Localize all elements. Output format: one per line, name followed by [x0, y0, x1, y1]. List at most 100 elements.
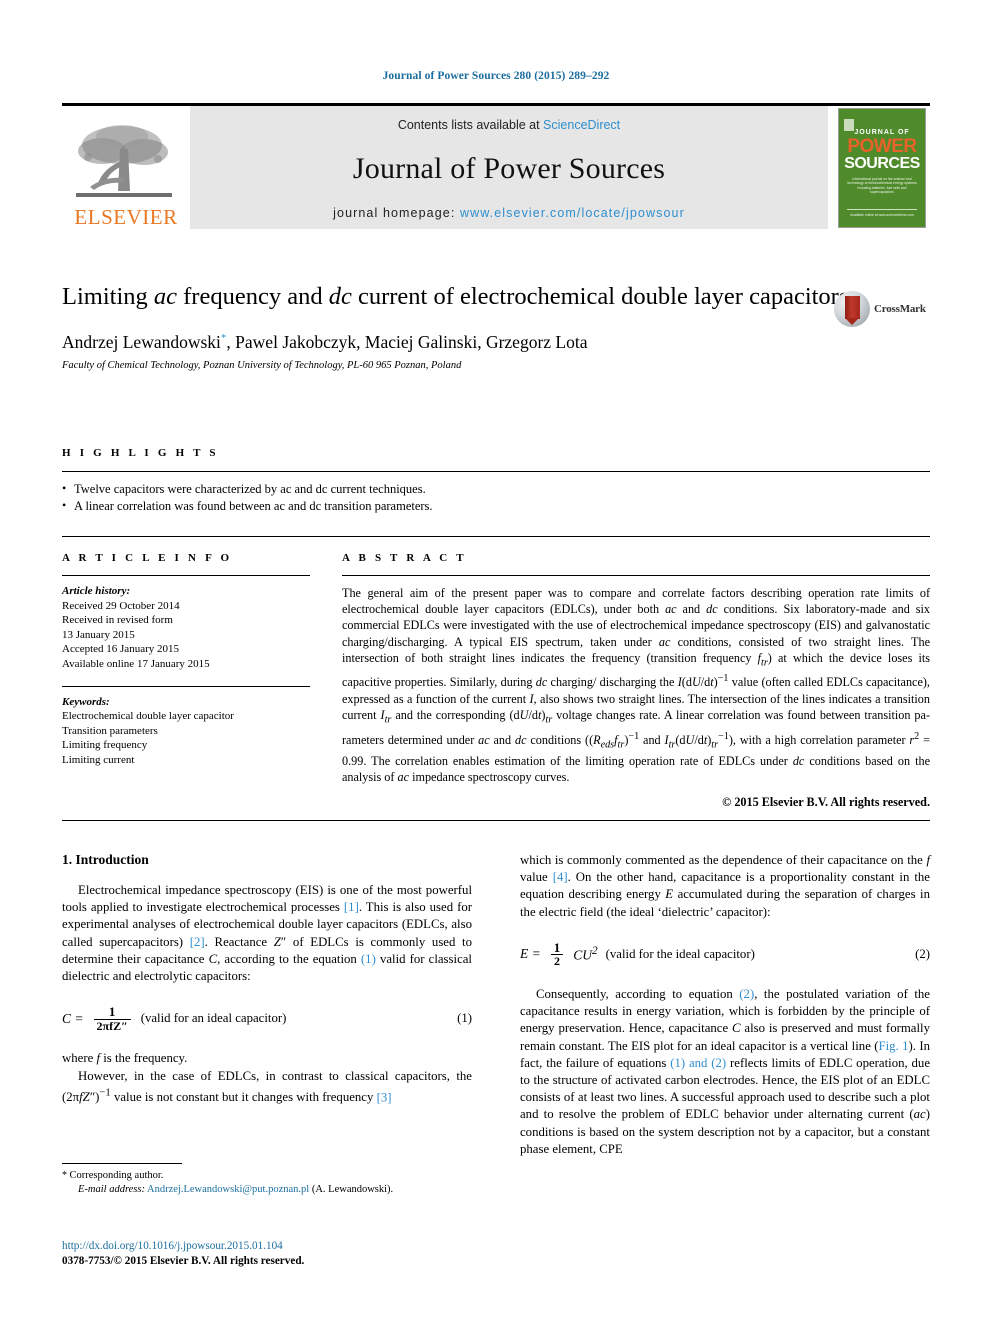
section-title-introduction: 1. Introduction — [62, 852, 149, 867]
running-head: Journal of Power Sources 280 (2015) 289–… — [382, 70, 610, 82]
list-item: A linear correlation was found between a… — [62, 497, 930, 515]
history-item: 13 January 2015 — [62, 628, 135, 641]
abstract-heading: A B S T R A C T — [342, 552, 467, 564]
authors-rest: , Pawel Jakobczyk, Maciej Galinski, Grze… — [226, 332, 588, 352]
body-columns: 1. Introduction Electrochemical impedanc… — [62, 852, 930, 1158]
author-list: Andrzej Lewandowski*, Pawel Jakobczyk, M… — [62, 332, 930, 353]
authors-names: Andrzej Lewandowski — [62, 332, 221, 352]
footnote-email-suffix: (A. Lewandowski). — [311, 1184, 394, 1195]
footnote-corresponding-text: Corresponding author. — [69, 1170, 164, 1181]
issn-copyright-line: 0378-7753/© 2015 Elsevier B.V. All right… — [62, 1255, 305, 1267]
keyword-item: Limiting current — [62, 753, 135, 766]
elsevier-tree-icon — [76, 125, 172, 197]
list-item: Twelve capacitors were characterized by … — [62, 480, 930, 498]
keywords-block: Keywords: Electrochemical double layer c… — [62, 687, 310, 768]
equation-2-lhs: E = — [520, 946, 541, 962]
journal-homepage-link[interactable]: www.elsevier.com/locate/jpowsour — [460, 206, 685, 220]
highlights-bottom-rule — [62, 536, 930, 537]
equation-1-lhs: C = — [62, 1010, 84, 1026]
right1-text-b: . On the other hand, capacitance is a pr… — [520, 870, 930, 919]
footnote-email-label: E-mail address: — [78, 1184, 145, 1195]
journal-cover-thumbnail: JOURNAL OF POWER SOURCES International j… — [834, 106, 930, 229]
title-segment-3: current of electrochemical double layer … — [351, 283, 849, 310]
author-email-link[interactable]: Andrzej.Lewandowski@put.poznan.pl — [147, 1184, 309, 1195]
equation-1-note: (valid for an ideal capacitor) — [140, 1011, 287, 1026]
right2-text-d: reflects limits of EDLC operation, due t… — [520, 1055, 930, 1156]
elsevier-wordmark: ELSEVIER — [74, 205, 178, 229]
title-block: Limiting ac frequency and dc current of … — [62, 282, 930, 371]
figure-ref-1[interactable]: Fig. 1 — [878, 1039, 908, 1053]
equation-1-expression: C = 1 2πfZ″ (valid for an ideal capacito… — [62, 1005, 286, 1032]
abstract-copyright: © 2015 Elsevier B.V. All rights reserved… — [722, 794, 930, 809]
title-ac-italic: ac — [153, 283, 177, 310]
masthead-center: Contents lists available at ScienceDirec… — [190, 106, 828, 229]
equation-1-number: (1) — [457, 1011, 472, 1026]
citation-ref-3[interactable]: [3] — [377, 1090, 392, 1104]
paragraph-intro-1: Electrochemical impedance spectroscopy (… — [62, 882, 472, 985]
paragraph-right-2: Consequently, according to equation (2),… — [520, 986, 930, 1158]
equation-ref-1[interactable]: (1) — [361, 952, 376, 966]
journal-masthead: ELSEVIER Contents lists available at Sci… — [62, 103, 930, 232]
title-segment-2: frequency and — [177, 283, 329, 310]
equation-2-numerator: 1 — [553, 939, 561, 955]
affiliation: Faculty of Chemical Technology, Poznan U… — [62, 360, 462, 371]
column-gap — [310, 552, 342, 810]
contents-available-line: Contents lists available at ScienceDirec… — [398, 118, 620, 132]
sciencedirect-link[interactable]: ScienceDirect — [543, 118, 620, 132]
paragraph-right-1: which is commonly commented as the depen… — [520, 852, 930, 921]
history-item: Available online 17 January 2015 — [62, 657, 210, 670]
equation-ref-1-and-2[interactable]: (1) and (2) — [670, 1056, 726, 1070]
highlights-list: Twelve capacitors were characterized by … — [62, 472, 930, 515]
history-item: Received 29 October 2014 — [62, 599, 180, 612]
abstract-bottom-rule — [62, 820, 930, 821]
title-segment-1: Limiting — [62, 283, 154, 310]
page-title: Limiting ac frequency and dc current of … — [62, 282, 852, 312]
abstract-text: The general aim of the present paper was… — [342, 586, 930, 785]
article-history: Article history: Received 29 October 201… — [62, 576, 310, 672]
citation-ref-2[interactable]: [2] — [190, 935, 205, 949]
paper-page: Journal of Power Sources 280 (2015) 289–… — [0, 0, 992, 1323]
cover-footer: Available online at www.sciencedirect.co… — [847, 208, 917, 218]
equation-1-numerator: 1 — [108, 1004, 116, 1020]
paragraph-intro-3: However, in the case of EDLCs, in contra… — [62, 1068, 472, 1107]
paragraph-where-f: where f is the frequency. — [62, 1051, 188, 1066]
body-column-gap — [472, 852, 520, 1158]
footnote-corresponding-line: * Corresponding author. — [62, 1169, 472, 1183]
cover-sources-word: SOURCES — [844, 154, 920, 172]
equation-2-fraction: 1 2 — [550, 939, 564, 968]
footnote-rule — [62, 1163, 182, 1164]
article-history-label: Article history: — [62, 585, 131, 597]
equation-1: C = 1 2πfZ″ (valid for an ideal capacito… — [62, 1005, 472, 1032]
highlights-heading: H I G H L I G H T S — [62, 447, 219, 459]
homepage-prefix: journal homepage: — [333, 206, 460, 220]
keyword-item: Electrochemical double layer capacitor — [62, 710, 234, 723]
right2-text-a: Consequently, according to equation — [536, 987, 740, 1002]
keyword-item: Transition parameters — [62, 724, 158, 737]
keyword-item: Limiting frequency — [62, 739, 148, 752]
article-info-column: A R T I C L E I N F O Article history: R… — [62, 552, 310, 810]
contents-prefix: Contents lists available at — [397, 118, 544, 132]
citation-ref-4[interactable]: [4] — [553, 870, 568, 884]
citation-ref-1[interactable]: [1] — [344, 900, 359, 914]
info-abstract-section: A R T I C L E I N F O Article history: R… — [62, 552, 930, 810]
equation-ref-2[interactable]: (2) — [739, 987, 754, 1001]
journal-title: Journal of Power Sources — [352, 152, 666, 185]
equation-2-rhs: CU2 — [573, 945, 598, 963]
crossmark-icon — [834, 291, 870, 327]
abstract-column: A B S T R A C T The general aim of the p… — [342, 552, 930, 810]
crossmark-label: CrossMark — [874, 303, 926, 315]
journal-homepage-line: journal homepage: www.elsevier.com/locat… — [333, 206, 685, 220]
equation-2-number: (2) — [915, 946, 930, 961]
history-item: Received in revised form — [62, 614, 173, 627]
doi-block: http://dx.doi.org/10.1016/j.jpowsour.201… — [62, 1239, 482, 1269]
elsevier-logo: ELSEVIER — [62, 106, 190, 229]
equation-2: E = 1 2 CU2 (valid for the ideal capacit… — [520, 941, 930, 968]
doi-link[interactable]: http://dx.doi.org/10.1016/j.jpowsour.201… — [62, 1239, 482, 1254]
keywords-label: Keywords: — [62, 695, 110, 708]
asterisk-icon: * — [62, 1170, 70, 1181]
highlights-section: H I G H L I G H T S Twelve capacitors we… — [62, 447, 930, 515]
crossmark-badge[interactable]: CrossMark — [834, 290, 930, 328]
title-dc-italic: dc — [328, 283, 352, 310]
intro3-text-a: However, in the case of EDLCs, in contra… — [62, 1068, 472, 1105]
footnote-email-line: E-mail address: Andrzej.Lewandowski@put.… — [62, 1183, 472, 1197]
